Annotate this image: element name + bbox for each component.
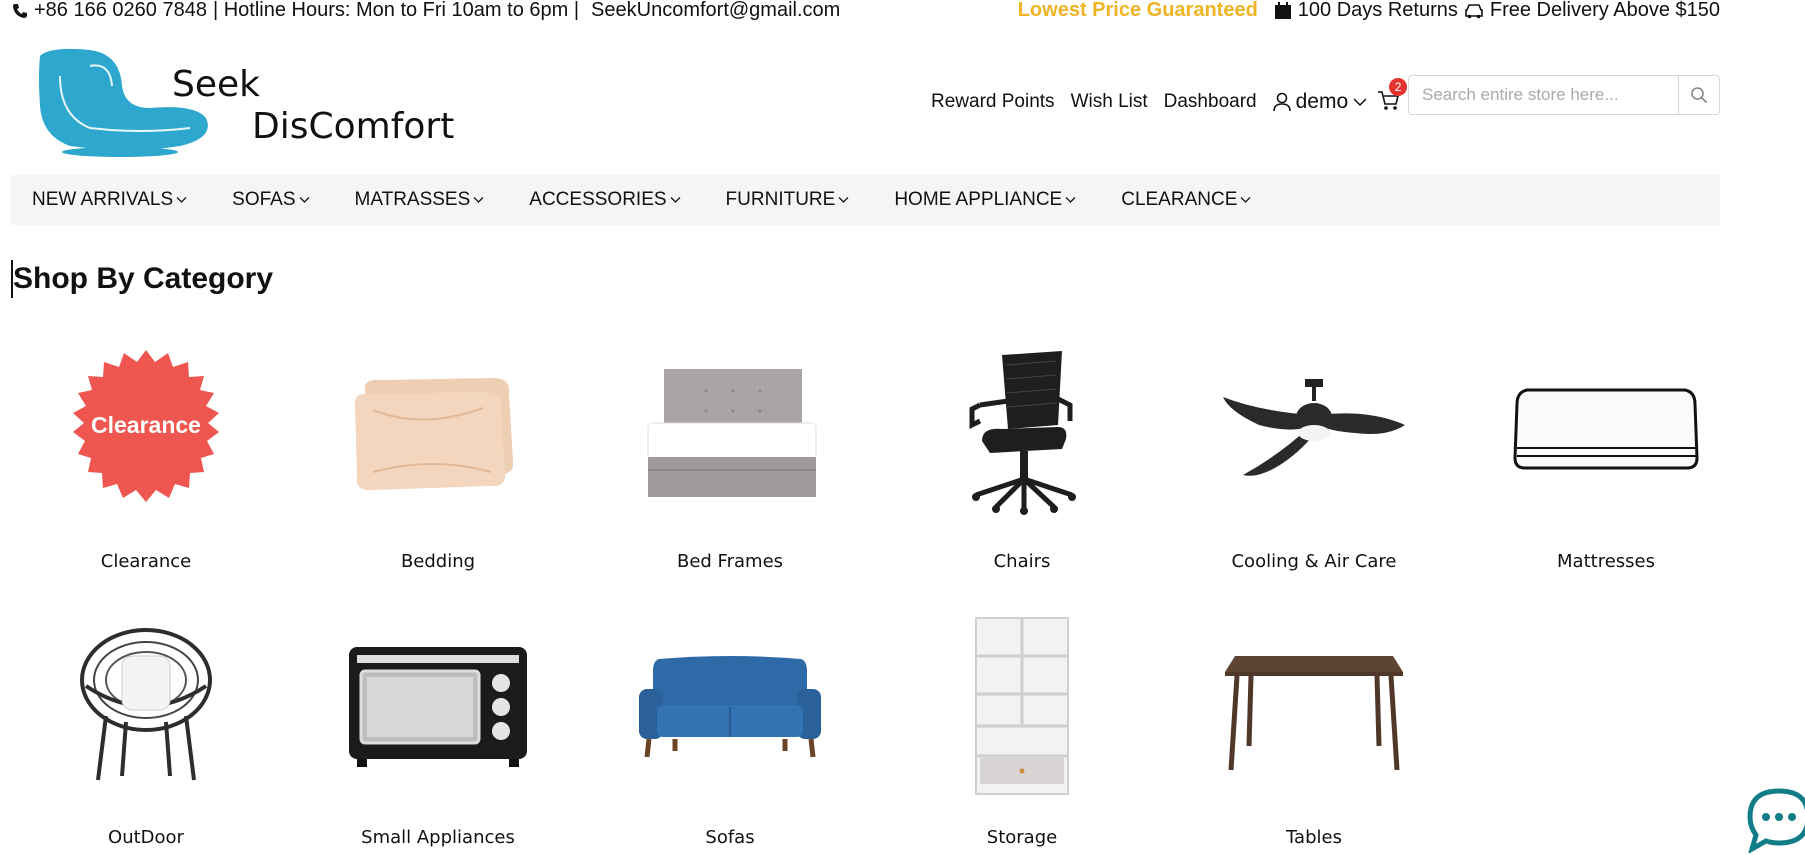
chevron-down-icon — [670, 197, 681, 203]
chevron-down-icon — [176, 197, 187, 203]
category-bedding[interactable]: Bedding — [292, 335, 584, 572]
nav-furniture[interactable]: FURNITURE — [726, 189, 850, 211]
category-sofas[interactable]: Sofas — [584, 611, 876, 848]
category-outdoor[interactable]: OutDoor — [0, 611, 292, 848]
main-nav: NEW ARRIVALS SOFAS MATRASSES ACCESSORIES… — [11, 175, 1720, 225]
returns-text: 100 Days Returns — [1297, 0, 1458, 21]
logo-text-discomfort: DisComfort — [252, 106, 455, 147]
outdoor-chair-icon — [80, 628, 212, 781]
calendar-icon — [1274, 1, 1291, 19]
category-label: Bedding — [400, 551, 476, 572]
mattress-icon — [1513, 388, 1699, 470]
chevron-down-icon — [838, 197, 849, 203]
chevron-down-icon — [299, 197, 309, 203]
pillows-icon — [354, 378, 514, 491]
category-label: Cooling & Air Care — [1231, 551, 1397, 572]
nav-clearance[interactable]: CLEARANCE — [1121, 189, 1251, 211]
cart-count-badge: 2 — [1389, 78, 1408, 96]
category-bed-frames[interactable]: Bed Frames — [584, 335, 876, 572]
nav-accessories[interactable]: ACCESSORIES — [529, 189, 681, 211]
phone-number[interactable]: +86 166 0260 7848 — [34, 0, 207, 22]
chat-icon[interactable] — [1746, 787, 1805, 853]
delivery-text: Free Delivery Above $150 — [1489, 0, 1720, 21]
logo-text-seek: Seek — [172, 64, 260, 105]
chevron-down-icon — [473, 197, 484, 203]
category-label: Chairs — [993, 551, 1051, 572]
category-label: Mattresses — [1557, 551, 1655, 572]
header-links: Reward Points Wish List Dashboard demo 2 — [931, 78, 1408, 116]
chevron-down-icon — [1240, 197, 1251, 203]
category-storage[interactable]: Storage — [876, 611, 1168, 848]
nav-label: SOFAS — [232, 189, 296, 210]
search-button[interactable] — [1678, 76, 1719, 114]
user-menu[interactable]: demo — [1272, 90, 1368, 114]
category-mattresses[interactable]: Mattresses — [1460, 335, 1752, 572]
nav-matrasses[interactable]: MATRASSES — [355, 189, 485, 211]
chevron-down-icon — [1065, 197, 1076, 203]
nav-label: HOME APPLIANCE — [894, 189, 1063, 210]
lowest-price-text: Lowest Price Guaranteed — [1017, 0, 1258, 21]
sofa-icon — [639, 656, 821, 758]
nav-label: MATRASSES — [354, 189, 471, 210]
phone-icon — [13, 3, 27, 18]
clearance-badge-text: Clearance — [91, 412, 201, 438]
category-small-appliances[interactable]: Small Appliances — [292, 611, 584, 848]
category-label: OutDoor — [108, 827, 184, 848]
user-icon — [1272, 92, 1291, 112]
category-chairs[interactable]: Chairs — [876, 335, 1168, 572]
search-icon — [1691, 87, 1708, 104]
reward-points-link[interactable]: Reward Points — [931, 91, 1055, 113]
category-label: Storage — [986, 827, 1058, 848]
nav-new-arrivals[interactable]: NEW ARRIVALS — [32, 189, 187, 211]
clearance-badge-icon: Clearance — [73, 350, 219, 502]
category-label: Small Appliances — [361, 827, 515, 848]
category-label: Bed Frames — [676, 551, 784, 572]
section-title: Shop By Category — [11, 260, 273, 298]
table-icon — [1225, 656, 1403, 771]
office-chair-icon — [969, 351, 1076, 515]
nav-label: CLEARANCE — [1121, 189, 1238, 210]
username: demo — [1295, 90, 1349, 113]
chevron-down-icon — [1353, 98, 1367, 107]
hotline-hours: | Hotline Hours: Mon to Fri 10am to 6pm … — [212, 0, 580, 21]
shelf-icon — [975, 617, 1069, 795]
category-tables[interactable]: Tables — [1168, 611, 1460, 848]
wish-list-link[interactable]: Wish List — [1071, 91, 1148, 113]
category-label: Tables — [1286, 827, 1342, 848]
car-icon — [1465, 3, 1483, 18]
category-clearance[interactable]: Clearance Clearance — [0, 335, 292, 572]
nav-label: ACCESSORIES — [529, 189, 667, 210]
category-label: Sofas — [705, 827, 755, 848]
dashboard-link[interactable]: Dashboard — [1164, 91, 1257, 113]
nav-label: FURNITURE — [725, 189, 836, 210]
search-box — [1408, 75, 1720, 115]
top-info-bar: +86 166 0260 7848 | Hotline Hours: Mon t… — [0, 0, 1730, 24]
search-input[interactable] — [1409, 76, 1678, 114]
email-link[interactable]: SeekUncomfort@gmail.com — [591, 0, 840, 22]
bed-frame-icon — [647, 369, 817, 497]
nav-home-appliance[interactable]: HOME APPLIANCE — [894, 189, 1076, 211]
category-label: Clearance — [100, 551, 192, 572]
ceiling-fan-icon — [1223, 379, 1405, 476]
toaster-oven-icon — [349, 647, 527, 767]
category-cooling-air-care[interactable]: Cooling & Air Care — [1168, 335, 1460, 572]
nav-label: NEW ARRIVALS — [32, 189, 174, 210]
cart-button[interactable]: 2 — [1377, 78, 1408, 116]
nav-sofas[interactable]: SOFAS — [232, 189, 309, 211]
